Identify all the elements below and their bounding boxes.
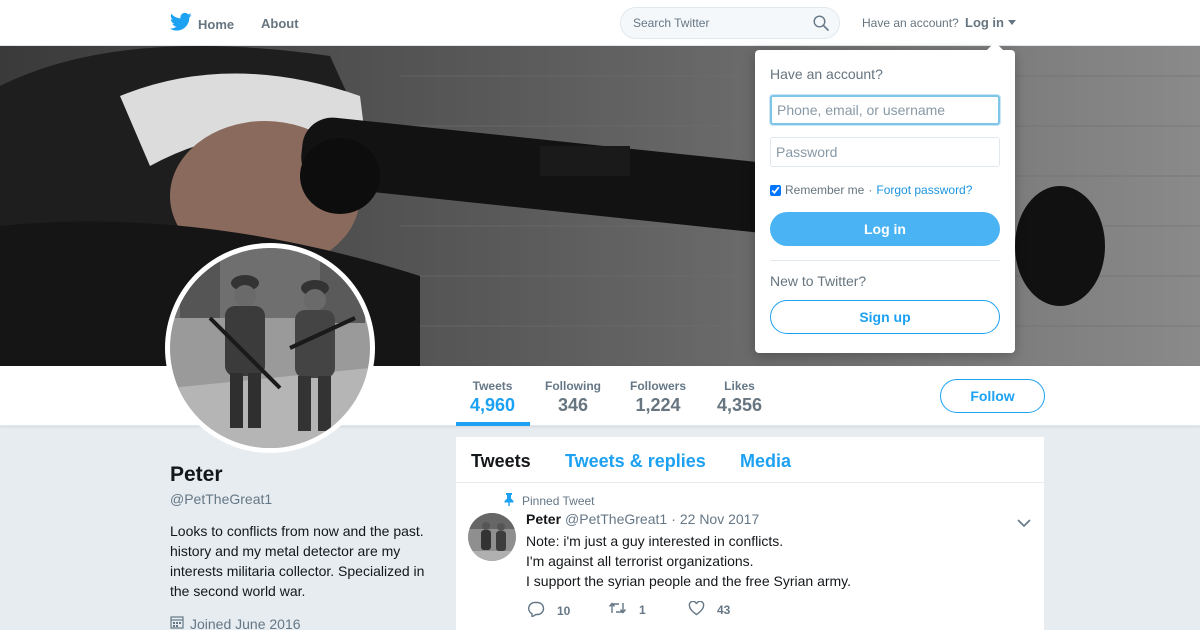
stat-value: 4,960 — [470, 395, 516, 415]
dropdown-divider — [770, 260, 1000, 261]
active-stat-indicator — [456, 422, 530, 426]
search-icon[interactable] — [813, 15, 829, 36]
twitter-bird-icon — [169, 12, 192, 37]
avatar-photo — [170, 248, 370, 448]
profile-handle[interactable]: @PetTheGreat1 — [170, 491, 272, 507]
tweet-line: I support the syrian people and the free… — [526, 573, 852, 589]
username-field[interactable] — [770, 95, 1000, 125]
retweet-count: 1 — [639, 602, 646, 617]
stat-value: 4,356 — [717, 395, 763, 415]
login-button[interactable]: Log in — [770, 212, 1000, 246]
login-dropdown-toggle[interactable]: Log in — [965, 15, 1016, 30]
tweet-separator: · — [671, 511, 676, 527]
like-button[interactable]: 43 — [688, 600, 731, 619]
remember-me-row: Remember me · Forgot password? — [770, 183, 972, 197]
tab-tweets[interactable]: Tweets — [471, 451, 531, 472]
tweet-line: Note: i'm just a guy interested in confl… — [526, 533, 784, 549]
nav-home-link[interactable]: Home — [169, 12, 235, 37]
stat-label: Following — [545, 379, 601, 393]
password-field[interactable] — [770, 137, 1000, 167]
search-input[interactable] — [633, 14, 803, 32]
retweet-icon — [608, 601, 627, 618]
stat-likes[interactable]: Likes 4,356 — [717, 379, 762, 416]
nav-home-label: Home — [198, 17, 235, 32]
search-box — [620, 7, 840, 39]
have-account-text: Have an account? — [862, 16, 959, 30]
remember-separator: · — [868, 183, 873, 197]
stat-tweets[interactable]: Tweets 4,960 — [470, 379, 515, 416]
profile-joined: Joined June 2016 — [170, 615, 301, 630]
top-navigation-bar: Home About Have an account? Log in — [0, 0, 1200, 46]
profile-name[interactable]: Peter — [170, 463, 223, 487]
signup-button[interactable]: Sign up — [770, 300, 1000, 334]
calendar-icon — [170, 615, 184, 630]
stat-following[interactable]: Following 346 — [545, 379, 601, 416]
tab-media[interactable]: Media — [740, 451, 791, 472]
dropdown-title: Have an account? — [770, 66, 883, 82]
reply-button[interactable]: 10 — [528, 601, 570, 620]
reply-icon — [528, 601, 545, 620]
stat-followers[interactable]: Followers 1,224 — [630, 379, 686, 416]
tweet-line: I'm against all terrorist organizations. — [526, 553, 754, 569]
stat-label: Likes — [724, 379, 755, 393]
tweet-header: Peter @PetTheGreat1 · 22 Nov 2017 — [526, 511, 759, 527]
pinned-tweet-text: Pinned Tweet — [522, 494, 595, 508]
follow-button[interactable]: Follow — [940, 379, 1045, 413]
dropdown-arrow — [987, 42, 1003, 50]
reply-count: 10 — [557, 603, 571, 618]
tweet-timeline: Tweets Tweets & replies Media Pinned Twe… — [456, 437, 1044, 630]
heart-icon — [688, 600, 705, 619]
tweet-author-name[interactable]: Peter — [526, 511, 561, 527]
timeline-tabs: Tweets Tweets & replies Media — [456, 437, 1044, 483]
forgot-password-link[interactable]: Forgot password? — [876, 183, 972, 197]
pinned-tweet-label: Pinned Tweet — [504, 493, 595, 509]
chevron-down-icon — [1008, 20, 1016, 25]
like-count: 43 — [717, 603, 731, 617]
profile-bio: Looks to conflicts from now and the past… — [170, 523, 425, 599]
joined-date-text: Joined June 2016 — [190, 615, 301, 630]
tweet-text: Note: i'm just a guy interested in confl… — [526, 531, 851, 591]
tab-tweets-replies[interactable]: Tweets & replies — [565, 451, 706, 472]
tweet-author-handle[interactable]: @PetTheGreat1 — [565, 511, 667, 527]
tweet-date[interactable]: 22 Nov 2017 — [680, 511, 759, 527]
remember-me-checkbox[interactable] — [770, 184, 781, 196]
retweet-button[interactable]: 1 — [608, 601, 646, 618]
new-to-twitter-text: New to Twitter? — [770, 273, 867, 289]
stat-label: Followers — [630, 379, 687, 393]
pin-icon — [504, 493, 514, 509]
stat-label: Tweets — [472, 379, 513, 393]
chevron-down-icon[interactable] — [1017, 515, 1031, 533]
stat-value: 1,224 — [635, 395, 681, 415]
login-link-label: Log in — [965, 15, 1004, 30]
stat-value: 346 — [557, 395, 589, 415]
profile-avatar[interactable] — [165, 243, 375, 453]
tweet-avatar[interactable] — [468, 513, 516, 561]
login-dropdown: Have an account? Remember me · Forgot pa… — [755, 42, 1015, 353]
remember-me-label[interactable]: Remember me — [785, 183, 864, 197]
nav-about-link[interactable]: About — [261, 16, 299, 31]
